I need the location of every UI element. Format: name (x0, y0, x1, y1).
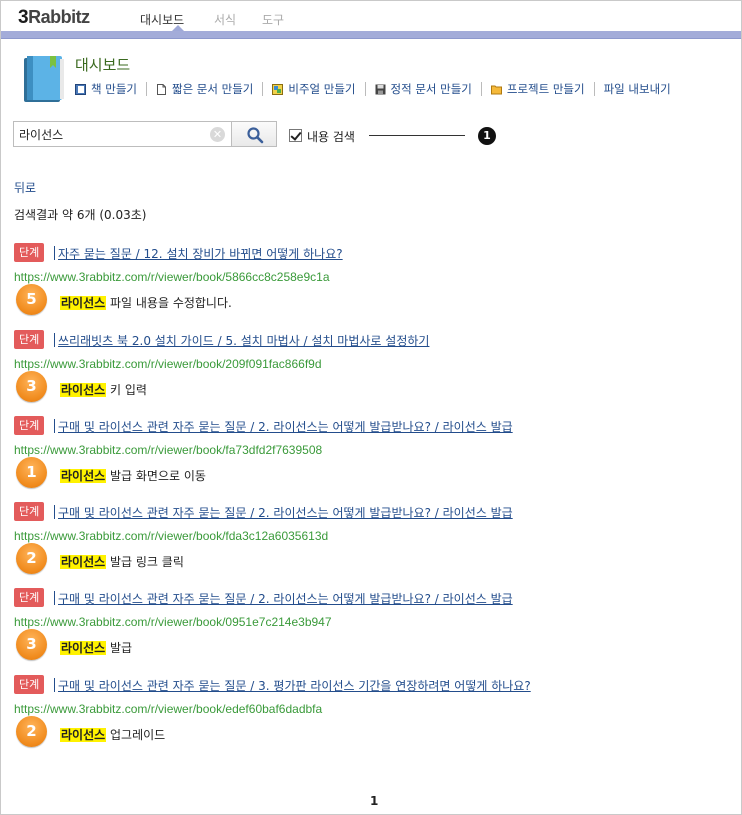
result-title-link[interactable]: 구매 및 라이선스 관련 자주 묻는 질문 / 3. 평가판 라이선스 기간을 … (54, 677, 531, 694)
step-number: 1 (16, 457, 47, 488)
nav-accent-bar (1, 31, 741, 39)
snippet-text: 발급 화면으로 이동 (106, 469, 206, 483)
step-badge: 단계 (14, 416, 45, 435)
result-snippet: 라이선스 업그레이드 (60, 726, 165, 743)
result-title-link[interactable]: 구매 및 라이선스 관련 자주 묻는 질문 / 2. 라이선스는 어떻게 발급받… (54, 418, 513, 435)
highlight-term: 라이선스 (60, 469, 107, 483)
result-url: https://www.3rabbitz.com/r/viewer/book/0… (14, 615, 332, 629)
search-button[interactable] (231, 121, 277, 147)
callout-line (369, 135, 465, 136)
highlight-term: 라이선스 (60, 555, 107, 569)
callout-badge: 1 (478, 127, 496, 145)
make-static-doc-label: 정적 문서 만들기 (390, 82, 472, 96)
result-snippet: 라이선스 발급 화면으로 이동 (60, 467, 206, 484)
result-snippet: 라이선스 발급 링크 클릭 (60, 553, 184, 570)
document-icon (156, 83, 166, 95)
dashboard-toolbar: 책 만들기 짧은 문서 만들기 비주얼 만들기 정적 문서 만들기 프로젝트 만… (75, 80, 671, 98)
content-search-label[interactable]: 내용 검색 (307, 128, 355, 145)
result-summary: 검색결과 약 6개 (0.03초) (14, 208, 147, 222)
result-snippet: 라이선스 키 입력 (60, 381, 147, 398)
toolbar-divider (262, 82, 264, 96)
export-file-button[interactable]: 파일 내보내기 (604, 81, 671, 97)
search-input[interactable] (19, 126, 204, 143)
active-tab-indicator (172, 25, 184, 31)
make-book-label: 책 만들기 (91, 82, 137, 96)
step-number: 3 (16, 629, 47, 660)
visual-icon (272, 83, 284, 95)
dashboard-title: 대시보드 (75, 56, 131, 74)
highlight-term: 라이선스 (60, 383, 107, 397)
content-search-checkbox[interactable] (289, 129, 302, 142)
result-title-link[interactable]: 구매 및 라이선스 관련 자주 묻는 질문 / 2. 라이선스는 어떻게 발급받… (54, 504, 513, 521)
top-bar: 3Rabbitz 대시보드 서식 도구 (1, 1, 741, 32)
step-badge: 단계 (14, 330, 45, 349)
export-file-label: 파일 내보내기 (603, 82, 671, 96)
result-url: https://www.3rabbitz.com/r/viewer/book/5… (14, 270, 330, 284)
result-title-link[interactable]: 쓰리래빗츠 북 2.0 설치 가이드 / 5. 설치 마법사 / 설치 마법사로… (53, 332, 429, 349)
result-url: https://www.3rabbitz.com/r/viewer/book/f… (14, 443, 323, 457)
result-snippet: 라이선스 발급 (60, 639, 132, 656)
toolbar-divider (593, 82, 595, 96)
step-badge: 단계 (14, 675, 45, 694)
back-link[interactable]: 뒤로 (14, 179, 36, 196)
result-snippet: 라이선스 파일 내용을 수정합니다. (60, 294, 232, 311)
toolbar-divider (480, 82, 482, 96)
result-url: https://www.3rabbitz.com/r/viewer/book/2… (14, 357, 322, 371)
result-item: 단계 구매 및 라이선스 관련 자주 묻는 질문 / 2. 라이선스는 어떻게 … (14, 502, 714, 582)
make-static-doc-button[interactable]: 정적 문서 만들기 (375, 81, 472, 97)
book-small-icon (75, 83, 86, 95)
highlight-term: 라이선스 (60, 641, 107, 655)
snippet-text: 파일 내용을 수정합니다. (106, 296, 232, 310)
snippet-text: 업그레이드 (106, 728, 166, 742)
result-item: 단계 구매 및 라이선스 관련 자주 묻는 질문 / 2. 라이선스는 어떻게 … (14, 588, 714, 668)
step-badge: 단계 (14, 502, 45, 521)
snippet-text: 발급 (106, 641, 133, 655)
tab-templates[interactable]: 서식 (214, 11, 236, 28)
toolbar-divider (364, 82, 366, 96)
result-item: 단계 구매 및 라이선스 관련 자주 묻는 질문 / 3. 평가판 라이선스 기… (14, 675, 714, 755)
make-visual-label: 비주얼 만들기 (288, 82, 356, 96)
clear-icon[interactable]: ✕ (210, 127, 225, 142)
make-visual-button[interactable]: 비주얼 만들기 (272, 81, 356, 97)
save-icon (375, 84, 385, 94)
step-number: 2 (16, 543, 47, 574)
result-title-link[interactable]: 자주 묻는 질문 / 12. 설치 장비가 바뀌면 어떻게 하나요? (54, 245, 343, 262)
snippet-text: 키 입력 (106, 383, 147, 397)
step-number: 5 (16, 284, 47, 315)
result-title-link[interactable]: 구매 및 라이선스 관련 자주 묻는 질문 / 2. 라이선스는 어떻게 발급받… (54, 590, 513, 607)
folder-icon (490, 85, 502, 94)
app-logo[interactable]: 3Rabbitz (18, 7, 90, 29)
book-icon (24, 56, 64, 102)
result-item: 단계 구매 및 라이선스 관련 자주 묻는 질문 / 2. 라이선스는 어떻게 … (14, 416, 714, 496)
result-item: 단계 자주 묻는 질문 / 12. 설치 장비가 바뀌면 어떻게 하나요? ht… (14, 243, 714, 323)
step-number: 3 (16, 371, 47, 402)
highlight-term: 라이선스 (60, 296, 107, 310)
tab-tools[interactable]: 도구 (262, 11, 284, 28)
make-short-doc-label: 짧은 문서 만들기 (171, 82, 254, 96)
result-url: https://www.3rabbitz.com/r/viewer/book/f… (14, 529, 329, 543)
step-badge: 단계 (14, 243, 45, 262)
search-icon (247, 127, 264, 144)
make-project-button[interactable]: 프로젝트 만들기 (490, 81, 585, 97)
make-project-label: 프로젝트 만들기 (506, 82, 585, 96)
highlight-term: 라이선스 (60, 728, 107, 742)
pagination-current[interactable]: 1 (370, 794, 378, 808)
result-url: https://www.3rabbitz.com/r/viewer/book/e… (14, 702, 323, 716)
toolbar-divider (145, 82, 147, 96)
step-badge: 단계 (14, 588, 45, 607)
search-box: ✕ (13, 121, 232, 147)
make-short-doc-button[interactable]: 짧은 문서 만들기 (156, 81, 253, 97)
make-book-button[interactable]: 책 만들기 (75, 81, 137, 97)
snippet-text: 발급 링크 클릭 (106, 555, 184, 569)
result-item: 단계 쓰리래빗츠 북 2.0 설치 가이드 / 5. 설치 마법사 / 설치 마… (14, 330, 714, 410)
step-number: 2 (16, 716, 47, 747)
